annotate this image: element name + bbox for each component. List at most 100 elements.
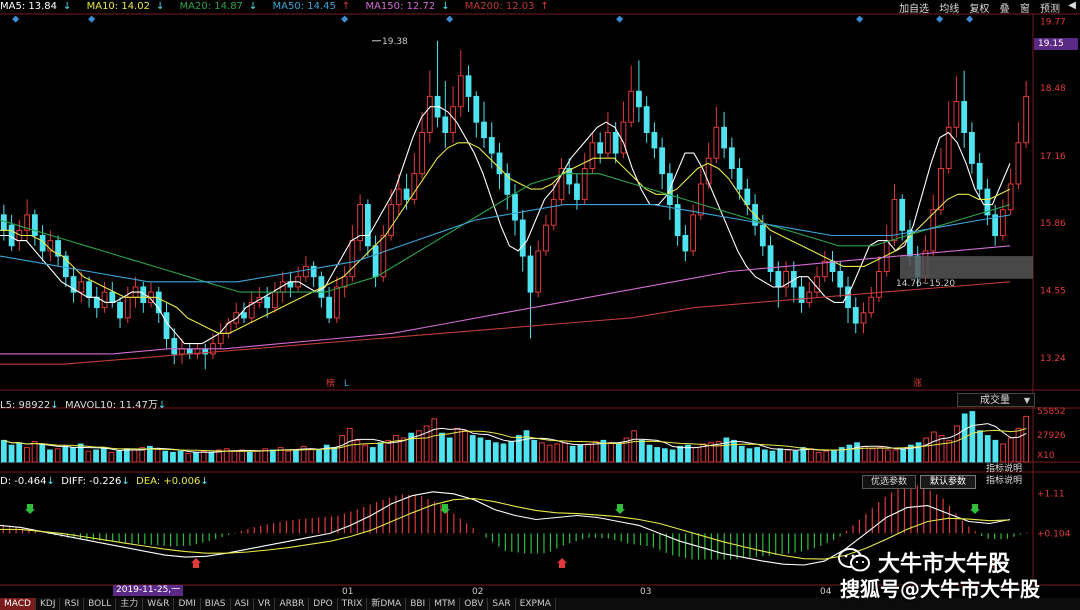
- volume-bar: [777, 448, 784, 463]
- volume-ma5-label: L5: 98922: [0, 400, 51, 411]
- volume-bar: [731, 439, 737, 463]
- default-params-button[interactable]: 默认参数: [920, 475, 976, 489]
- tab-dmi[interactable]: DMI: [174, 598, 201, 610]
- volume-bar: [492, 442, 499, 463]
- dropdown-label: 成交量: [980, 395, 1010, 406]
- candle-body: [488, 137, 495, 154]
- volume-bar: [77, 443, 84, 463]
- candle-body: [612, 131, 619, 154]
- candle-body: [744, 188, 751, 206]
- current-price-tag: 19.15: [1034, 38, 1078, 50]
- volume-bar: [884, 449, 891, 463]
- candle-body: [241, 312, 247, 319]
- volume-bar: [293, 449, 299, 463]
- candle-body: [728, 147, 735, 170]
- volume-ma10-label: MAVOL10: 11.47万: [65, 400, 158, 411]
- candle-body: [605, 131, 611, 154]
- candle-body: [163, 312, 170, 339]
- indicator-select-volume[interactable]: 成交量 ▼: [957, 393, 1035, 407]
- candle-body: [868, 296, 875, 314]
- tab-arbr[interactable]: ARBR: [275, 598, 310, 610]
- event-marker-icon: [446, 15, 454, 23]
- volume-bar: [369, 447, 376, 463]
- volume-bar: [515, 435, 522, 463]
- volume-bar: [954, 425, 960, 463]
- event-marker-icon: [88, 15, 96, 23]
- tab-rsi[interactable]: RSI: [60, 598, 85, 610]
- event-marker-icon: [616, 15, 624, 23]
- indicator-help-link[interactable]: 指标说明: [986, 464, 1022, 475]
- candle-body: [852, 307, 859, 324]
- tab-kdj[interactable]: KDJ: [36, 598, 61, 610]
- volume-bar: [108, 451, 115, 463]
- candle-body: [272, 291, 278, 309]
- volume-bar: [200, 450, 207, 463]
- candle-body: [999, 209, 1006, 236]
- tab-vr[interactable]: VR: [254, 598, 276, 610]
- candle-body: [512, 193, 518, 221]
- volume-bar: [131, 449, 138, 463]
- candle-body: [806, 291, 813, 303]
- volume-axis-label: X10: [1037, 451, 1055, 461]
- volume-bar: [792, 450, 799, 463]
- tab-macd[interactable]: MACD: [0, 598, 36, 610]
- flag-label: 榜: [326, 377, 335, 389]
- price-zone-band: [900, 256, 1033, 279]
- volume-bar: [93, 449, 99, 463]
- tab-dpo[interactable]: DPO: [309, 598, 338, 610]
- kline-chart[interactable]: 19.77 18.48 17.16 15.86 14.55 13.24 19.38 14.76…: [0, 0, 1080, 610]
- volume-bar: [915, 442, 922, 463]
- tab-bbi[interactable]: BBI: [406, 598, 431, 610]
- tab-mtm[interactable]: MTM: [430, 598, 461, 610]
- volume-bar: [469, 435, 476, 463]
- candle-body: [636, 90, 642, 108]
- tab-asi[interactable]: ASI: [231, 598, 255, 610]
- volume-bar: [823, 450, 830, 463]
- candle-body: [442, 116, 449, 133]
- volume-bar: [154, 448, 161, 463]
- optimal-params-button[interactable]: 优选参数: [862, 475, 916, 489]
- volume-bar: [193, 451, 199, 463]
- tab-trix[interactable]: TRIX: [338, 598, 368, 610]
- flag-label: 涨: [913, 378, 922, 389]
- tab-sar[interactable]: SAR: [488, 598, 516, 610]
- volume-bar: [784, 449, 791, 463]
- candle-body: [697, 183, 704, 216]
- tab-wr[interactable]: W&R: [143, 598, 175, 610]
- tab-boll[interactable]: BOLL: [84, 598, 117, 610]
- candle-body: [860, 312, 867, 324]
- volume-bar: [354, 439, 361, 463]
- volume-bar: [477, 437, 484, 463]
- volume-bar: [869, 448, 876, 463]
- volume-bar: [508, 441, 515, 463]
- macd-value: D: -0.464: [0, 476, 47, 487]
- indicator-help-link[interactable]: 指标说明: [986, 476, 1022, 487]
- volume-bar: [969, 411, 976, 463]
- candle-body: [504, 173, 511, 195]
- volume-bar: [585, 443, 591, 463]
- wechat-icon: [838, 548, 870, 572]
- volume-bar: [554, 443, 561, 463]
- volume-bar: [900, 448, 907, 463]
- volume-bar: [877, 447, 883, 463]
- candle-body: [364, 204, 371, 247]
- candle-body: [0, 214, 7, 231]
- cursor-date-tag: 2019-11-25,一: [113, 585, 184, 596]
- tab-expma[interactable]: EXPMA: [516, 598, 556, 610]
- volume-bar: [723, 437, 730, 463]
- tab-obv[interactable]: OBV: [460, 598, 489, 610]
- volume-bar: [662, 448, 668, 463]
- volume-bar: [531, 439, 538, 463]
- tab-dma[interactable]: 新DMA: [367, 598, 407, 610]
- high-price-label: 19.38: [382, 37, 408, 47]
- price-axis-label: 14.55: [1040, 287, 1066, 297]
- volume-bar: [646, 444, 653, 463]
- volume-bar: [485, 439, 491, 463]
- tab-bias[interactable]: BIAS: [201, 598, 231, 610]
- volume-bar: [569, 445, 576, 463]
- sell-signal-arrow-icon: [970, 504, 980, 514]
- zone-label: 14.76~15.20: [896, 279, 955, 289]
- volume-bar: [246, 451, 253, 463]
- tab-[interactable]: 主力: [116, 598, 144, 610]
- candle-body: [380, 234, 387, 278]
